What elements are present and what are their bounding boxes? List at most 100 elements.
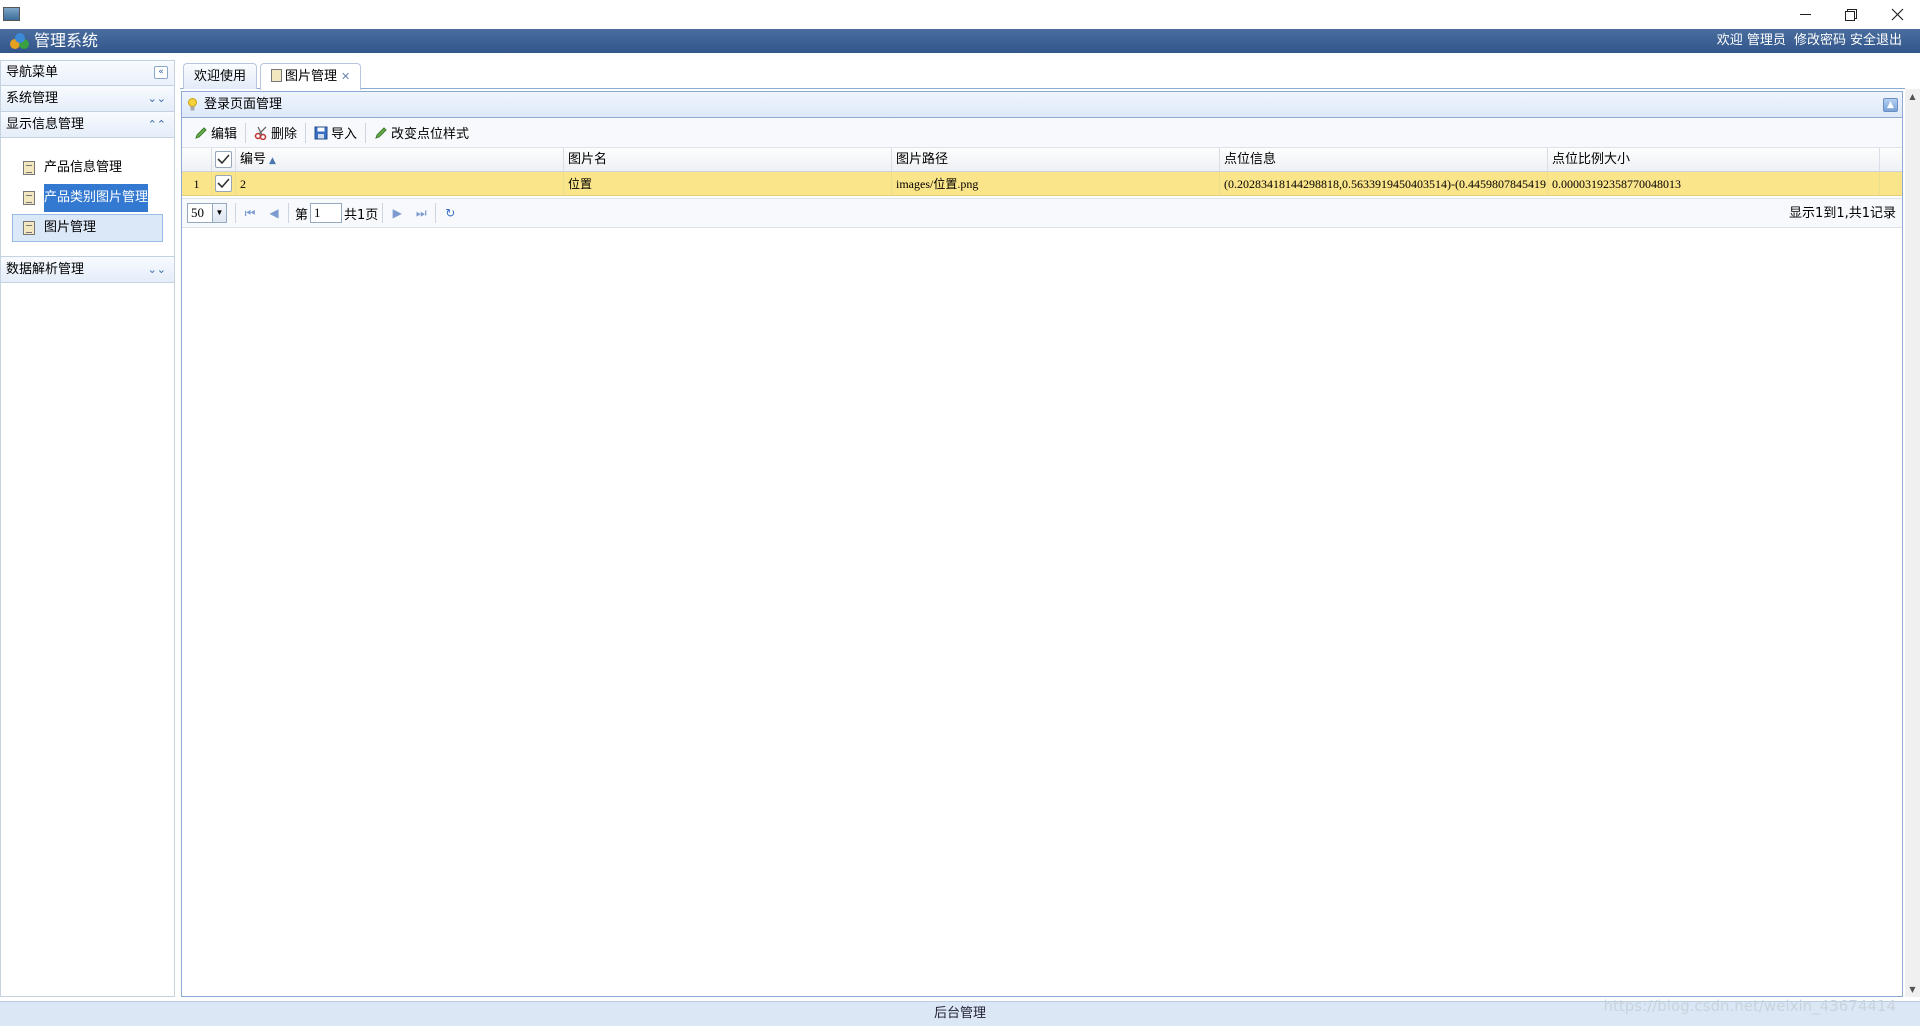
minimize-icon xyxy=(1799,13,1811,15)
lightbulb-icon xyxy=(188,98,197,111)
chevron-up-icon: ▲ xyxy=(1887,100,1894,110)
collapse-sidebar-button[interactable]: « xyxy=(154,66,168,79)
panel-header: 登录页面管理 ▲ xyxy=(182,92,1902,118)
tab-welcome[interactable]: 欢迎使用 xyxy=(183,63,258,89)
menu-item-label: 产品类别图片管理 xyxy=(44,184,149,212)
change-password-link[interactable]: 修改密码 xyxy=(1794,33,1846,48)
double-chevron-up-icon: ⌃⌃ xyxy=(147,118,166,131)
select-all-checkbox[interactable] xyxy=(212,148,236,171)
section-display-info-management[interactable]: 显示信息管理 ⌃⌃ xyxy=(1,112,174,138)
window-titlebar xyxy=(0,0,1920,29)
close-icon xyxy=(1891,8,1903,21)
column-header-id[interactable]: 编号 ▲ xyxy=(236,148,564,171)
pager-separator xyxy=(435,203,437,223)
clipboard-icon xyxy=(23,221,35,235)
pager-separator xyxy=(382,203,384,223)
double-chevron-left-icon: « xyxy=(158,67,164,77)
page-prefix: 第 xyxy=(295,207,309,223)
pencil-icon xyxy=(375,126,387,139)
vertical-scrollbar[interactable]: ▲ ▼ xyxy=(1905,89,1920,997)
refresh-icon[interactable]: ↻ xyxy=(438,206,462,220)
user-name: 管理员 xyxy=(1746,33,1786,48)
first-page-icon[interactable]: ⏮ xyxy=(238,206,262,221)
import-button[interactable]: 导入 xyxy=(308,121,363,145)
section-label: 数据解析管理 xyxy=(6,262,85,277)
nav-title: 导航菜单 xyxy=(6,65,59,80)
scroll-down-icon[interactable]: ▼ xyxy=(1905,982,1920,997)
clipboard-icon xyxy=(23,161,35,175)
minimize-button[interactable] xyxy=(1782,0,1828,29)
section-data-parsing-management[interactable]: 数据解析管理 ⌄⌄ xyxy=(1,257,174,283)
grid-toolbar: 编辑 删除 导入 改变点位样式 xyxy=(182,118,1902,148)
tab-close-icon[interactable]: ✕ xyxy=(341,70,350,83)
scissors-icon xyxy=(254,126,267,140)
prev-page-icon[interactable]: ◀ xyxy=(262,206,286,220)
restore-button[interactable] xyxy=(1828,0,1874,29)
double-chevron-down-icon: ⌄⌄ xyxy=(147,92,166,105)
panel-collapse-button[interactable]: ▲ xyxy=(1883,98,1898,112)
welcome-text: 欢迎 xyxy=(1716,33,1743,48)
cell-name: 位置 xyxy=(564,172,892,195)
row-checkbox[interactable] xyxy=(212,172,236,195)
panel-title: 登录页面管理 xyxy=(204,97,283,112)
header-user-area: 欢迎 管理员 修改密码 安全退出 xyxy=(1713,29,1902,53)
column-header-name[interactable]: 图片名 xyxy=(564,148,892,171)
column-header-points[interactable]: 点位信息 xyxy=(1220,148,1548,171)
column-label: 图片名 xyxy=(568,152,608,167)
change-point-style-button[interactable]: 改变点位样式 xyxy=(368,121,475,145)
menu-item-product-info[interactable]: 产品信息管理 xyxy=(12,154,163,182)
column-header-path[interactable]: 图片路径 xyxy=(892,148,1220,171)
toolbar-separator xyxy=(245,122,247,143)
pencil-icon xyxy=(195,126,207,139)
menu-item-label: 产品信息管理 xyxy=(44,160,123,175)
column-label: 编号 xyxy=(240,152,267,167)
tab-bar: 欢迎使用 图片管理 ✕ xyxy=(180,60,1905,90)
tab-label: 图片管理 xyxy=(285,69,338,84)
import-label: 导入 xyxy=(331,127,358,142)
nav-title-bar: 导航菜单 « xyxy=(1,61,174,86)
footer-text: 后台管理 xyxy=(933,1006,986,1021)
clipboard-icon xyxy=(271,69,282,82)
menu-item-image-management[interactable]: 图片管理 xyxy=(12,214,163,242)
column-label: 点位比例大小 xyxy=(1552,152,1631,167)
edit-button[interactable]: 编辑 xyxy=(188,121,243,145)
column-header-scale[interactable]: 点位比例大小 xyxy=(1548,148,1880,171)
dropdown-arrow-icon: ▼ xyxy=(212,204,226,222)
checkmark-icon xyxy=(217,154,230,165)
page-size-value: 50 xyxy=(191,205,204,220)
pager-separator xyxy=(288,203,289,223)
pager-info: 显示1到1,共1记录 xyxy=(1789,206,1896,221)
scroll-up-icon[interactable]: ▲ xyxy=(1905,89,1920,104)
menu-item-product-category-images[interactable]: 产品类别图片管理 xyxy=(12,184,163,212)
tab-image-management[interactable]: 图片管理 ✕ xyxy=(260,63,362,90)
section-label: 显示信息管理 xyxy=(6,117,85,132)
save-icon xyxy=(314,126,328,139)
close-window-button[interactable] xyxy=(1874,0,1920,29)
double-chevron-down-icon: ⌄⌄ xyxy=(147,263,166,276)
tab-label: 欢迎使用 xyxy=(194,69,247,84)
column-label: 点位信息 xyxy=(1224,152,1277,167)
edit-label: 编辑 xyxy=(211,127,238,142)
data-grid: 编号 ▲ 图片名 图片路径 点位信息 点位比例大小 1 2 位置 images/位… xyxy=(182,148,1902,196)
app-title: 管理系统 xyxy=(34,31,99,50)
logout-link[interactable]: 安全退出 xyxy=(1850,33,1902,48)
column-label: 图片路径 xyxy=(896,152,949,167)
table-row[interactable]: 1 2 位置 images/位置.png (0.2028341814429881… xyxy=(182,172,1902,196)
section-system-management[interactable]: 系统管理 ⌄⌄ xyxy=(1,86,174,112)
app-header: 管理系统 欢迎 管理员 修改密码 安全退出 xyxy=(0,29,1920,53)
page-size-select[interactable]: 50 ▼ xyxy=(187,203,227,223)
pager-separator xyxy=(235,203,236,223)
last-page-icon[interactable]: ⏭ xyxy=(409,206,433,221)
watermark: https://blog.csdn.net/weixin_43674414 xyxy=(1603,997,1896,1015)
delete-button[interactable]: 删除 xyxy=(248,121,303,145)
section-display-info-body: 产品信息管理 产品类别图片管理 图片管理 xyxy=(1,138,174,257)
delete-label: 删除 xyxy=(271,127,298,142)
cell-points: (0.20283418144298818,0.5633919450403514)… xyxy=(1220,172,1548,195)
page-number-input[interactable]: 1 xyxy=(310,203,343,223)
cell-scale: 0.00003192358770048013 xyxy=(1548,172,1880,195)
nav-sidebar: 导航菜单 « 系统管理 ⌄⌄ 显示信息管理 ⌃⌃ 产品信息管理 产品类别图片管理… xyxy=(0,60,175,997)
page-total: 共1页 xyxy=(344,207,379,223)
grid-header: 编号 ▲ 图片名 图片路径 点位信息 点位比例大小 xyxy=(182,148,1902,172)
next-page-icon[interactable]: ▶ xyxy=(385,206,409,220)
cell-id: 2 xyxy=(236,172,564,195)
